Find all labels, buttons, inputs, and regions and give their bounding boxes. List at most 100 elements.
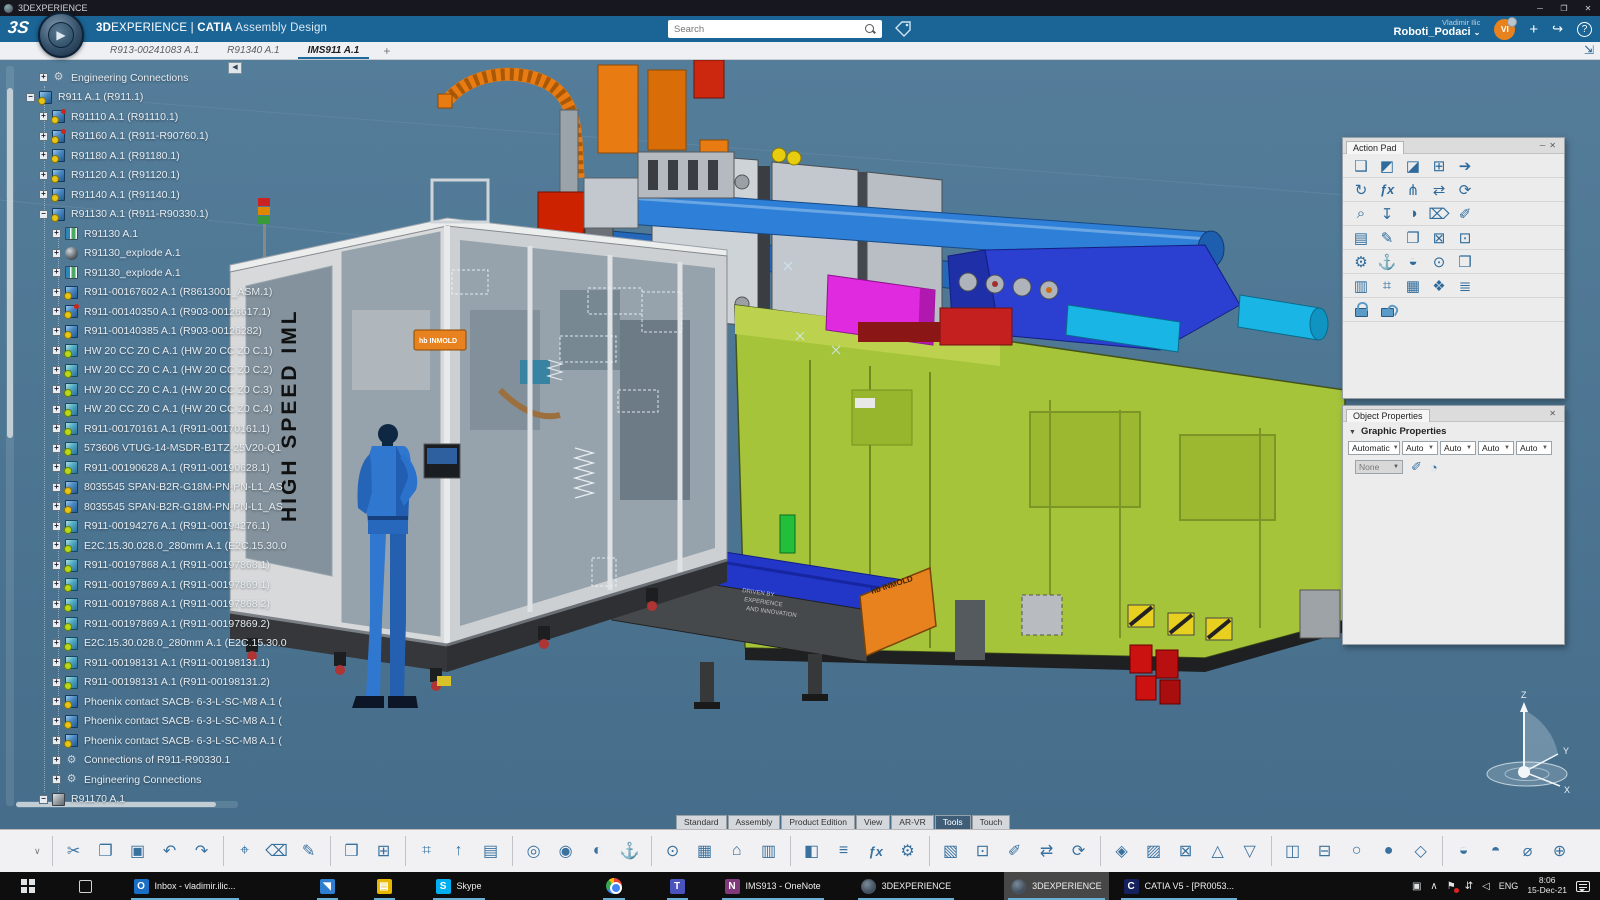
point-icon[interactable]: ○ [1344,842,1370,860]
tree-row[interactable]: −R911 A.1 (R911.1) [26,88,287,108]
maximize-icon[interactable]: ❐ [1552,4,1576,13]
tree-item-label[interactable]: 8035545 SPAN-B2R-G18M-PN-PN-L1_AS [84,501,283,513]
expand-icon[interactable]: + [39,73,48,82]
search-box[interactable] [668,20,882,38]
windows-icon[interactable]: ❒ [339,841,365,861]
tree-item-label[interactable]: 573606 VTUG-14-MSDR-B1TZ-25V20-Q1 [84,442,281,454]
tree-item-label[interactable]: R911-00170161 A.1 (R911-00170161.1) [84,423,270,435]
structure-branch-icon[interactable]: ⋔ [1401,179,1425,201]
expand-icon[interactable]: + [52,385,61,394]
view-cube-icon[interactable]: ❑ [1349,155,1373,177]
tree-item-label[interactable]: R91130 A.1 [84,228,138,240]
speaker-icon[interactable]: ◁ [1482,881,1490,892]
tree-row[interactable]: +R91130_explode A.1 [26,263,287,283]
tree-row[interactable]: + R911-00170161 A.1 (R911-00170161.1) [26,419,287,439]
lock-closed-icon[interactable] [1349,299,1373,321]
tree-row[interactable]: +Phoenix contact SACB- 6-3-L-SC-M8 A.1 ( [26,692,287,712]
expand-icon[interactable]: + [52,658,61,667]
tree-item-label[interactable]: R91130_explode A.1 [84,247,181,259]
notification-icon[interactable] [1576,881,1590,892]
update-icon[interactable]: ↻ [1349,179,1373,201]
tree-item-label[interactable]: HW 20 CC Z0 C A.1 (HW 20 CC Z0 C.2) [84,364,272,376]
workbench-tab-view[interactable]: View [856,815,890,829]
expand-icon[interactable]: + [52,229,61,238]
section-sphere-icon[interactable]: ◒ [1401,251,1425,273]
collapse-icon[interactable]: ⊟ [1312,841,1338,861]
workbench-tab-standard[interactable]: Standard [676,815,727,829]
expand-icon[interactable]: + [52,736,61,745]
expand-icon[interactable]: + [52,483,61,492]
expand-icon[interactable]: + [52,541,61,550]
camera-lens-icon[interactable]: ⊙ [1427,251,1451,273]
tree-row[interactable]: +R911-00197868 A.1 (R911-00197868.2) [26,595,287,615]
graphic-prop-dropdown-0[interactable]: Automatic▼ [1348,441,1400,455]
clipboard-icon[interactable]: ▤ [478,841,504,861]
graphic-prop-dropdown-3[interactable]: Auto▼ [1478,441,1514,455]
tree-row[interactable]: +HW 20 CC Z0 C A.1 (HW 20 CC Z0 C.1) [26,341,287,361]
eraser-icon[interactable]: ⌦ [1427,203,1451,225]
tree-item-label[interactable]: 8035545 SPAN-B2R-G18M-PN-PN-L1_AS [84,481,283,493]
tree-item-label[interactable]: E2C.15.30.028.0_280mm A.1 (E2C.15.30.0 [84,540,287,552]
delete-box-icon[interactable]: ⊠ [1173,841,1199,861]
add-part-icon[interactable]: ⊕ [1547,841,1573,861]
tree-row[interactable]: +R91140 A.1 (R91140.1) [26,185,287,205]
tree-item-label[interactable]: HW 20 CC Z0 C A.1 (HW 20 CC Z0 C.1) [84,345,272,357]
lens-icon[interactable]: ⊙ [660,841,686,861]
minimize-icon[interactable]: ─ [1528,4,1552,13]
tile-layout-icon[interactable]: ⊞ [1427,155,1451,177]
shaded-cube-icon[interactable]: ◩ [1375,155,1399,177]
3d-viewport[interactable]: DRIVEN BY EXPERIENCE AND INNOVATION hb I… [0,60,1600,829]
workbench-tab-touch[interactable]: Touch [972,815,1011,829]
overlap-view-icon[interactable]: ◫ [1280,841,1306,861]
tree-row[interactable]: +Phoenix contact SACB- 6-3-L-SC-M8 A.1 ( [26,712,287,732]
tree-row[interactable]: +R911-00190628 A.1 (R911-00190628.1) [26,458,287,478]
user-info[interactable]: Vladimir Ilic Roboti_Podaci ⌄ [1394,19,1481,38]
group-cubes-icon[interactable]: ▦ [1401,275,1425,297]
align-panels-icon[interactable]: ▥ [1349,275,1373,297]
tree-item-label[interactable]: R911-00198131 A.1 (R911-00198131.2) [84,676,270,688]
new-window-icon[interactable]: ❐ [1401,227,1425,249]
tree-row[interactable]: −R91170 A.1 [26,790,287,810]
expand-icon[interactable]: + [52,444,61,453]
expand-icon[interactable]: + [52,405,61,414]
swap-icon[interactable]: ⇄ [1034,841,1060,861]
tree-item-label[interactable]: Phoenix contact SACB- 6-3-L-SC-M8 A.1 ( [84,696,282,708]
expand-icon[interactable]: + [39,112,48,121]
hatch-panel-icon[interactable]: ▥ [756,841,782,861]
tree-row[interactable]: +⚙Engineering Connections [26,68,287,88]
expand-icon[interactable]: + [39,132,48,141]
expand-icon[interactable]: + [52,502,61,511]
taskbar-item-teams[interactable]: T [663,872,692,900]
cut-icon[interactable]: ✂ [61,841,87,861]
tree-item-label[interactable]: R911-00140350 A.1 (R903-00126617.1) [84,306,271,318]
tree-item-label[interactable]: R91130_explode A.1 [84,267,181,279]
copy-icon[interactable]: ❐ [93,841,119,861]
triangle-up-icon[interactable]: △ [1205,841,1231,861]
tree-row[interactable]: +573606 VTUG-14-MSDR-B1TZ-25V20-Q1 [26,439,287,459]
tree-row[interactable]: +⚙Engineering Connections [26,770,287,790]
shaded-view-icon[interactable]: ▨ [1141,841,1167,861]
expand-icon[interactable]: + [52,307,61,316]
expand-icon[interactable]: + [52,424,61,433]
update-icon[interactable]: ⟳ [1066,841,1092,861]
triangle-down-icon[interactable]: ▽ [1237,841,1263,861]
taskbar-item-onenote[interactable]: NIMS913 - OneNote [718,872,828,900]
tree-item-label[interactable]: R911 A.1 (R911.1) [58,91,143,103]
gear-settings-icon[interactable]: ⚙ [1349,251,1373,273]
action-pad-tab[interactable]: Action Pad [1346,141,1404,154]
expand-icon[interactable]: + [52,463,61,472]
tree-row[interactable]: +E2C.15.30.028.0_280mm A.1 (E2C.15.30.0 [26,634,287,654]
anchor-fix-icon[interactable]: ⚓ [1375,251,1399,273]
taskbar-item-catia-v5[interactable]: CCATIA V5 - [PR0053... [1117,872,1241,900]
expand-icon[interactable]: + [52,639,61,648]
gear-cluster-icon[interactable]: ❖ [1427,275,1451,297]
expand-icon[interactable]: + [39,171,48,180]
home-icon[interactable]: ⌂ [724,842,750,860]
network-icon[interactable]: ⇵ [1465,881,1473,892]
tree-item-label[interactable]: R911-00194276 A.1 (R911-00194276.1) [84,520,270,532]
exploded-view-icon[interactable]: ❒ [1453,251,1477,273]
tree-row[interactable]: +HW 20 CC Z0 C A.1 (HW 20 CC Z0 C.3) [26,380,287,400]
taskbar-item-cad-swoosh[interactable]: ◥ [313,872,342,900]
design-table-icon[interactable]: ▦ [692,841,718,861]
tray-app-icon[interactable]: ▣ [1412,881,1421,892]
